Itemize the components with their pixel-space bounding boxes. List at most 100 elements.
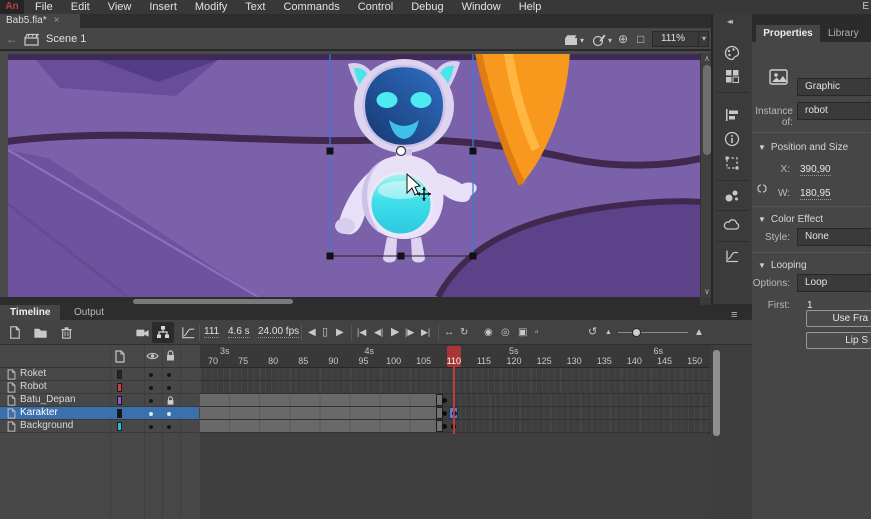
new-layer-icon[interactable] [6,324,23,341]
layer-lock-dot[interactable] [167,425,171,429]
scene-breadcrumb[interactable]: Scene 1 [46,28,86,50]
elapsed-time-value[interactable]: 4.6 s [228,326,250,338]
menu-text[interactable]: Text [236,0,274,14]
menu-insert[interactable]: Insert [140,0,186,14]
zoom-chevron-icon[interactable]: ▾ [698,32,706,46]
new-folder-icon[interactable] [32,324,49,341]
frame-rate-value[interactable]: 24.00 fps [258,326,299,338]
align-icon[interactable] [723,106,741,124]
modify-markers-icon[interactable]: ▫ [535,320,539,345]
frames-row-roket[interactable] [200,368,710,381]
step-back-icon[interactable]: ◀| [374,320,383,345]
layer-row-background[interactable]: Background [0,420,199,433]
position-size-section-header[interactable]: ▼Position and Size [758,142,848,153]
vertical-scroll-thumb[interactable] [703,65,711,155]
layer-row-roket[interactable]: Roket [0,368,199,381]
use-frame-picker-button[interactable]: Use Fra [806,310,871,327]
edit-scene-icon[interactable] [564,34,579,46]
frames-row-karakter[interactable] [200,407,710,420]
loop-options-dropdown[interactable]: Loop [797,274,871,292]
clip-content-icon[interactable]: □ [637,28,644,50]
x-value[interactable]: 390,90 [800,164,831,176]
zoom-control[interactable]: 111% ▾ [652,31,709,47]
layer-row-batu_depan[interactable]: Batu_Depan [0,394,199,407]
back-arrow-icon[interactable]: ← [6,28,18,50]
step-forward-icon[interactable]: |▶ [405,320,414,345]
center-stage-icon[interactable]: ⊕ [618,28,628,50]
reset-timeline-zoom-icon[interactable]: ↺ [588,320,597,345]
color-effect-section-header[interactable]: ▼Color Effect [758,214,823,225]
w-value[interactable]: 180,95 [800,188,831,200]
edit-multiple-frames-icon[interactable]: ▣ [518,320,527,345]
symbol-type-dropdown[interactable]: Graphic [797,78,871,96]
menu-control[interactable]: Control [349,0,402,14]
particles-icon[interactable] [723,186,741,204]
layer-visibility-dot[interactable] [149,412,153,416]
timeline-vertical-scrollbar[interactable] [713,350,720,436]
menu-view[interactable]: View [99,0,141,14]
zoom-in-frames-icon[interactable]: ▲ [694,320,704,345]
menu-edit[interactable]: Edit [62,0,99,14]
center-playhead-icon[interactable]: ↔ [444,320,454,345]
menu-window[interactable]: Window [453,0,510,14]
current-frame-value[interactable]: 111 [204,326,219,338]
animate-logo[interactable]: An [0,0,24,14]
menu-file[interactable]: File [26,0,62,14]
edit-symbols-chevron-icon[interactable]: ▾ [608,30,612,52]
edit-symbols-icon[interactable] [592,33,606,47]
style-dropdown[interactable]: None [797,228,871,246]
next-keyframe-icon[interactable]: ▶ [336,320,344,345]
layer-row-robot[interactable]: Robot [0,381,199,394]
layer-lock-dot[interactable] [167,373,171,377]
swatches-icon[interactable] [723,67,741,85]
layer-parenting-button[interactable] [152,322,174,343]
workspace-button[interactable]: E [862,0,869,14]
layer-visibility-dot[interactable] [149,373,153,377]
layer-lock-dot[interactable] [167,386,171,390]
layer-visibility-dot[interactable] [149,386,153,390]
instance-name-field[interactable]: robot [797,102,871,120]
loop-playback-icon[interactable]: ↻ [460,320,468,345]
menu-help[interactable]: Help [510,0,551,14]
horizontal-scroll-thumb[interactable] [133,299,293,304]
transform-point-handle[interactable] [397,147,406,156]
prev-keyframe-icon[interactable]: ◀ [308,320,316,345]
frames-row-batu_depan[interactable] [200,394,710,407]
timeline-zoom-knob[interactable] [632,328,641,337]
timeline-zoom-slider[interactable] [618,332,688,333]
tab-library[interactable]: Library [828,25,859,42]
color-palette-icon[interactable] [723,44,741,62]
collapse-panels-icon[interactable]: ◂◂ [727,17,731,26]
onion-skin-icon[interactable]: ◉ [484,320,493,345]
document-tab[interactable]: Bab5.fla*× [0,14,80,28]
timeline-panel-menu-icon[interactable]: ≡ [731,309,737,321]
menu-debug[interactable]: Debug [402,0,452,14]
visibility-column-eye-icon[interactable] [146,351,159,361]
motion-graph-icon[interactable] [723,247,741,265]
graph-editor-icon[interactable] [180,324,197,341]
stage-canvas[interactable] [8,54,700,297]
layer-lock-dot[interactable] [167,412,171,416]
layer-row-karakter[interactable]: Karakter [0,407,199,420]
layer-lock-icon[interactable] [166,395,175,406]
go-to-last-frame-icon[interactable]: ▶| [421,320,430,345]
frames-row-robot[interactable] [200,381,710,394]
onion-skin-outlines-icon[interactable]: ◎ [501,320,510,345]
menu-modify[interactable]: Modify [186,0,236,14]
tab-output[interactable]: Output [64,305,114,320]
cc-libraries-icon[interactable] [723,216,741,234]
delete-layer-icon[interactable] [58,324,75,341]
camera-icon[interactable] [134,324,151,341]
current-frame-box-icon[interactable]: ▯ [322,320,328,345]
menu-commands[interactable]: Commands [274,0,348,14]
tab-timeline[interactable]: Timeline [0,305,60,320]
go-to-first-frame-icon[interactable]: |◀ [357,320,366,345]
transform-icon[interactable] [723,154,741,172]
play-icon[interactable]: ▶ [391,320,399,345]
layer-visibility-dot[interactable] [149,399,153,403]
frames-row-background[interactable] [200,420,710,433]
looping-section-header[interactable]: ▼Looping [758,260,807,271]
close-tab-icon[interactable]: × [54,15,60,26]
info-icon[interactable] [723,130,741,148]
layer-visibility-dot[interactable] [149,425,153,429]
